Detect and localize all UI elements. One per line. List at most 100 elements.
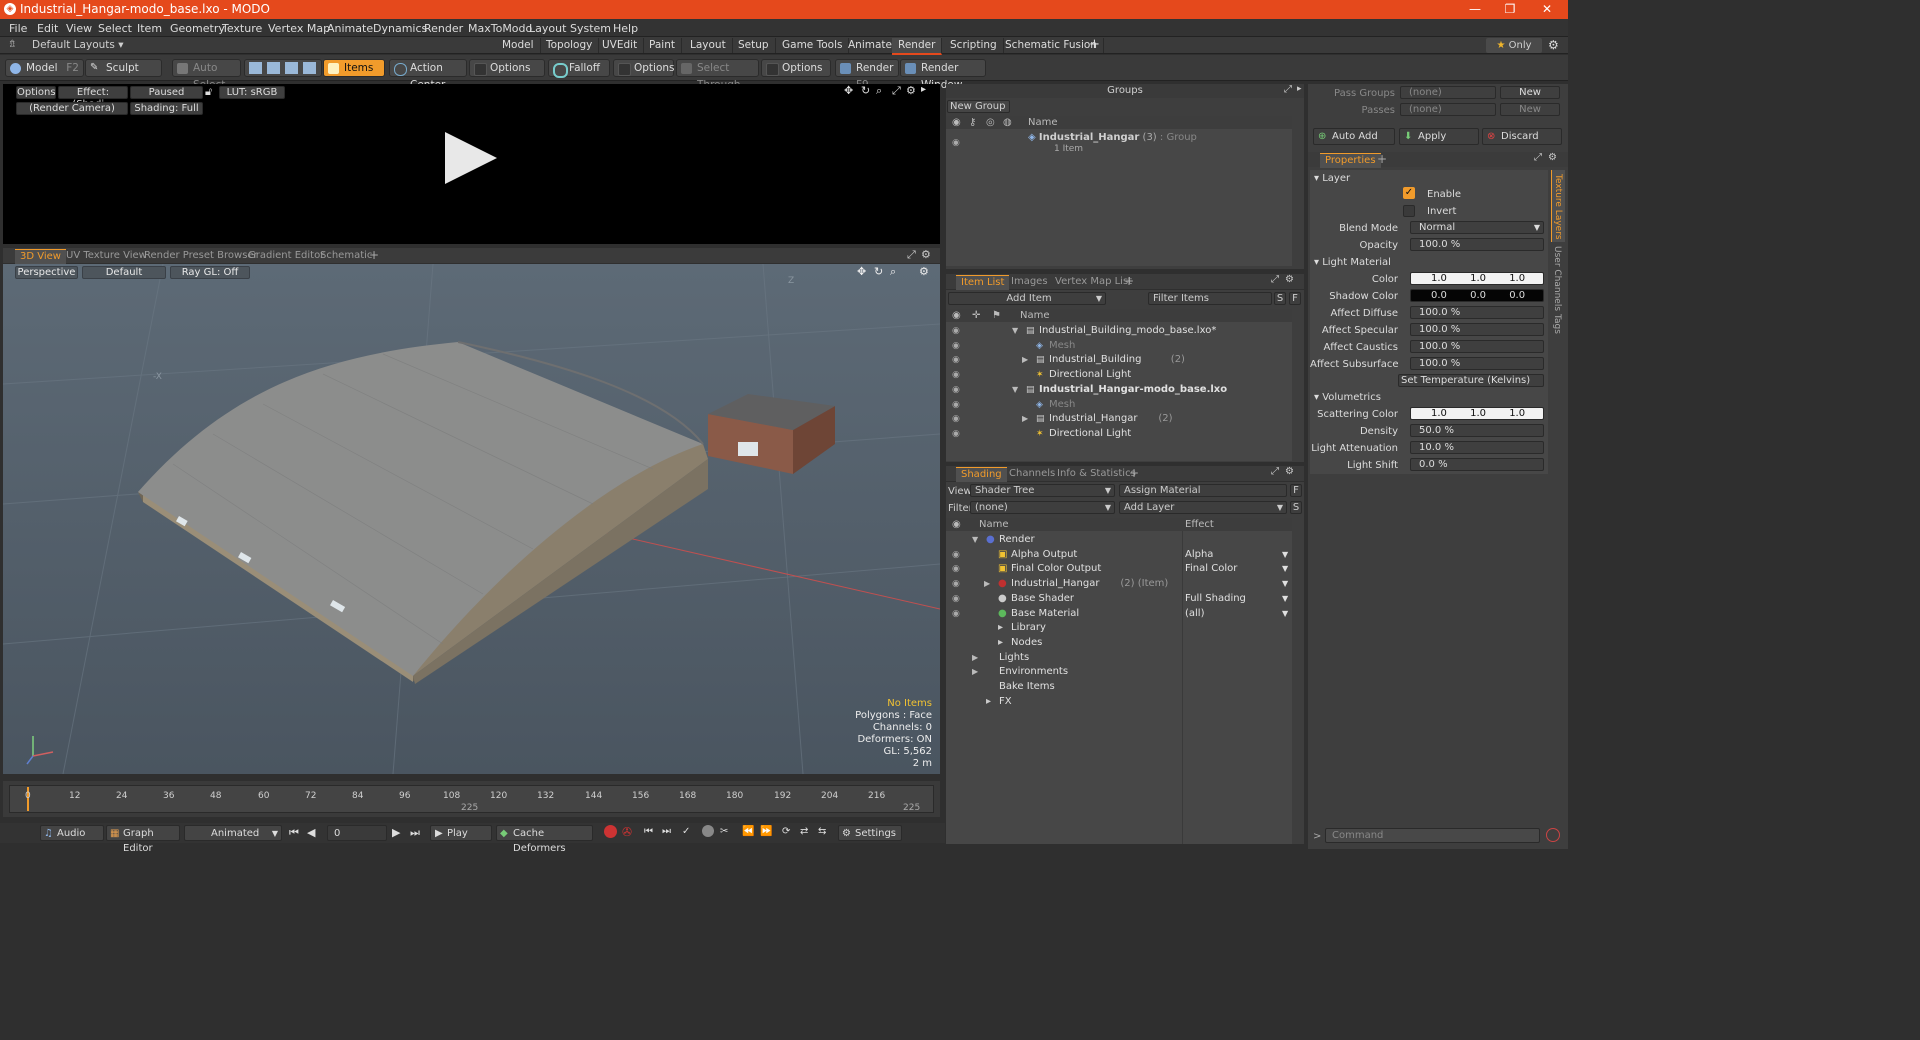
eye-icon[interactable]: ◉	[952, 562, 960, 576]
expand-arrow-icon[interactable]: ▶	[972, 665, 978, 679]
shader-effect[interactable]: Full Shading	[1185, 592, 1246, 606]
default-style-dropdown[interactable]: Default	[82, 266, 166, 279]
invert-checkbox[interactable]	[1403, 205, 1415, 217]
animated-dropdown[interactable]: Animated ▼	[184, 825, 282, 841]
menu-texture[interactable]: Texture	[222, 22, 262, 35]
shader-row[interactable]: ◉ ▶ ● Industrial_Hangar (2) (Item) ▼	[946, 577, 1292, 591]
pan-icon[interactable]: ✥	[857, 265, 866, 278]
eye-icon[interactable]: ◉	[952, 353, 960, 367]
menu-layout[interactable]: Layout	[529, 22, 566, 35]
filter-items-input[interactable]: Filter Items	[1148, 292, 1272, 305]
eye-icon[interactable]: ◉	[952, 116, 961, 129]
add-tab-icon[interactable]: +	[1124, 274, 1134, 288]
close-button[interactable]: ✕	[1530, 0, 1564, 19]
rotate-icon[interactable]: ↻	[874, 265, 883, 278]
passes-new-button[interactable]: New	[1500, 103, 1560, 116]
gear-icon[interactable]: ⚙	[1548, 38, 1559, 52]
action-center-button[interactable]: Action Center	[389, 59, 467, 91]
expand-arrow-icon[interactable]: ▼	[972, 533, 978, 547]
record-icon[interactable]	[702, 825, 714, 837]
skip-end-icon[interactable]: ⏭	[410, 826, 420, 840]
groups-list[interactable]: ◉ ⚷ ◎ ◍ Name ◈ Industrial_Hangar (3) : G…	[946, 116, 1292, 266]
menu-geometry[interactable]: Geometry	[170, 22, 225, 35]
layout-toggle-icon[interactable]: ⇯	[8, 39, 16, 50]
prev-key-icon[interactable]: ⏮	[644, 826, 653, 837]
polygons-mode-icon[interactable]	[285, 62, 298, 74]
key-tool-icon[interactable]: ✂	[720, 826, 728, 837]
scattering-color-field[interactable]: 1.0 1.0 1.0	[1410, 407, 1544, 420]
density-field[interactable]: 50.0 %	[1410, 424, 1544, 437]
menu-animate[interactable]: Animate	[327, 22, 373, 35]
gear-icon[interactable]: ⚙	[906, 84, 916, 97]
eye-icon[interactable]: ◉	[952, 339, 960, 353]
select-options-button[interactable]: Options	[761, 59, 831, 77]
select-icon[interactable]: ◎	[986, 116, 995, 129]
lock-icon[interactable]: ✛	[972, 309, 980, 322]
menu-edit[interactable]: Edit	[37, 22, 58, 35]
shader-row[interactable]: ◉ ● Base Material (all) ▼	[946, 607, 1292, 621]
items-mode-button[interactable]: Items	[323, 59, 385, 77]
expand-arrow-icon[interactable]: ▶	[984, 577, 990, 591]
cache-deformers-button[interactable]: ◆ Cache Deformers	[496, 825, 593, 854]
timeline[interactable]: 0 12 24 36 48 60 72 84 96 108 120 132 14…	[3, 781, 940, 817]
menu-file[interactable]: File	[9, 22, 27, 35]
item-tree[interactable]: ◉ ✛ ⚑ Name ◉ ▼ ▤ Industrial_Building_modo_b…	[946, 309, 1292, 461]
add-layer-dropdown[interactable]: Add Layer ▼	[1119, 501, 1287, 514]
3d-viewport[interactable]: Perspective Default Ray GL: Off ✥ ↻ ⌕ ⚙ …	[3, 264, 940, 774]
eye-icon[interactable]: ◉	[952, 309, 961, 322]
menu-dynamics[interactable]: Dynamics	[373, 22, 427, 35]
pan-icon[interactable]: ✥	[844, 84, 853, 97]
sync-icon[interactable]: ⇆	[818, 826, 826, 837]
side-tab-texture-layers[interactable]: Texture Layers	[1551, 170, 1565, 242]
item-row[interactable]: ◉ ▼ ▤ Industrial_Building_modo_base.lxo*	[946, 324, 1292, 338]
settings-button[interactable]: ⚙ Settings	[838, 825, 902, 841]
eye-icon[interactable]: ◉	[952, 577, 960, 591]
gear-icon[interactable]: ⚙	[1548, 152, 1557, 163]
preview-paused-toggle[interactable]: Paused	[130, 86, 203, 99]
tab-item-list[interactable]: Item List	[956, 275, 1010, 290]
preview-camera-dropdown[interactable]: (Render Camera)	[16, 102, 128, 115]
section-volumetrics-header[interactable]: ▾ Volumetrics	[1314, 392, 1381, 403]
section-light-material-header[interactable]: ▾ Light Material	[1314, 257, 1391, 268]
play-icon[interactable]	[443, 130, 499, 186]
audio-button[interactable]: ♫ Audio	[40, 825, 104, 841]
lock-icon[interactable]: 🔓︎	[205, 85, 212, 99]
chevron-down-icon[interactable]: ▼	[1282, 592, 1288, 606]
expand-arrow-icon[interactable]: ▶	[1022, 353, 1028, 367]
sculpt-button[interactable]: ✎ Sculpt	[85, 59, 162, 77]
maximize-icon[interactable]: ⤢	[1271, 274, 1279, 285]
bounce-icon[interactable]: ⇄	[800, 826, 808, 837]
eye-icon[interactable]: ◉	[952, 368, 960, 382]
menu-vertex-map[interactable]: Vertex Map	[268, 22, 330, 35]
gear-icon[interactable]: ⚙	[919, 265, 929, 278]
preview-lut-dropdown[interactable]: LUT: sRGB	[219, 86, 285, 99]
edges-mode-icon[interactable]	[267, 62, 280, 74]
shader-row[interactable]: ◉ ▣ Final Color Output Final Color ▼	[946, 562, 1292, 576]
maximize-icon[interactable]: ⤢	[892, 84, 901, 98]
materials-mode-icon[interactable]	[303, 62, 316, 74]
auto-add-button[interactable]: ⊕ Auto Add	[1313, 128, 1395, 145]
menu-select[interactable]: Select	[98, 22, 132, 35]
tab-properties[interactable]: Properties	[1320, 153, 1381, 168]
chevron-down-icon[interactable]: ▼	[1282, 577, 1288, 591]
menu-view[interactable]: View	[66, 22, 92, 35]
render-toggle-icon[interactable]: ◍	[1003, 116, 1012, 129]
add-tab-icon[interactable]: +	[1377, 152, 1387, 166]
eye-icon[interactable]: ◉	[952, 398, 960, 412]
affect-specular-field[interactable]: 100.0 %	[1410, 323, 1544, 336]
item-row[interactable]: ◉ ◈ Mesh	[946, 398, 1292, 412]
eye-icon[interactable]: ◉	[952, 607, 960, 621]
frame-input[interactable]: 0	[327, 825, 387, 841]
key-filter-icon[interactable]: ✓	[682, 826, 690, 837]
section-layer-header[interactable]: ▾ Layer	[1314, 173, 1350, 184]
filter-dropdown[interactable]: (none) ▼	[970, 501, 1115, 514]
side-tab-user-channels[interactable]: User Channels	[1551, 244, 1565, 312]
minimize-button[interactable]: —	[1458, 0, 1492, 19]
apply-button[interactable]: ⬇ Apply	[1399, 128, 1479, 145]
falloff-options-button[interactable]: Options	[613, 59, 675, 77]
maximize-icon[interactable]: ⤢	[1284, 84, 1292, 95]
tab-scripting[interactable]: Scripting	[944, 38, 1004, 53]
loop-icon[interactable]: ⟳	[782, 826, 790, 837]
command-history-icon[interactable]	[1546, 828, 1560, 842]
shading-s-button[interactable]: S	[1290, 501, 1302, 514]
